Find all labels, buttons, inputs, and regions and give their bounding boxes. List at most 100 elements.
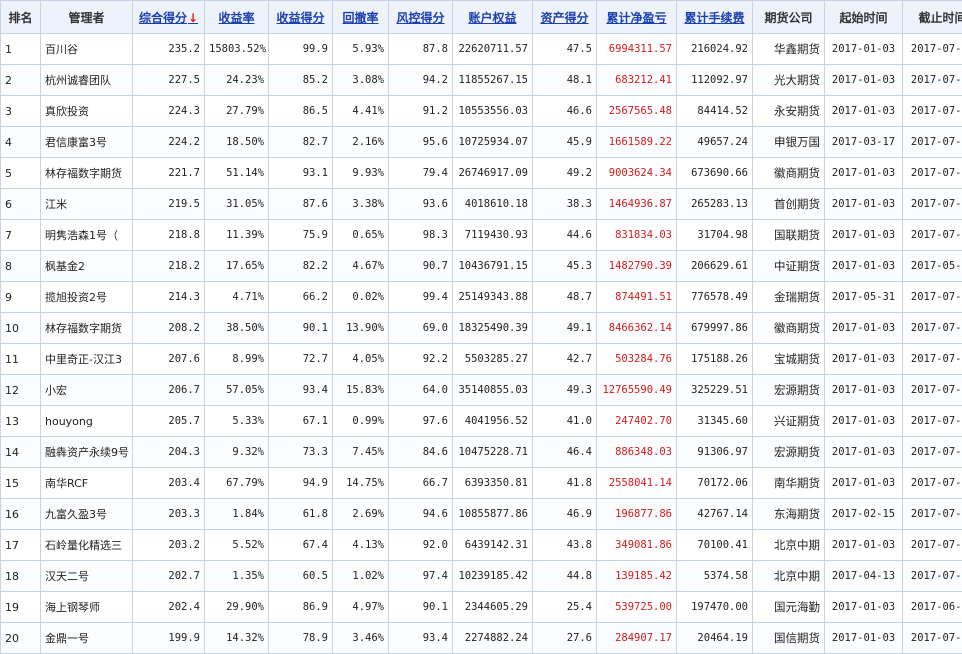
cell-cum-fee: 70172.06 <box>677 468 753 499</box>
cell-cum-pnl: 2567565.48 <box>597 96 677 127</box>
table-row[interactable]: 5林存福数字期货221.751.14%93.19.93%79.426746917… <box>1 158 962 189</box>
table-row[interactable]: 2杭州诚睿团队227.524.23%85.23.08%94.211855267.… <box>1 65 962 96</box>
cell-cum-fee: 84414.52 <box>677 96 753 127</box>
table-row[interactable]: 17石岭量化精选三203.25.52%67.44.13%92.06439142.… <box>1 530 962 561</box>
cell-risk-score: 92.0 <box>389 530 453 561</box>
cell-cum-fee: 5374.58 <box>677 561 753 592</box>
cell-asset-score: 45.3 <box>533 251 597 282</box>
cell-end-date: 2017-07-20 <box>903 530 962 561</box>
cell-drawdown: 3.38% <box>333 189 389 220</box>
cell-cum-fee: 673690.66 <box>677 158 753 189</box>
cell-risk-score: 84.6 <box>389 437 453 468</box>
cell-end-date: 2017-07-20 <box>903 499 962 530</box>
cell-risk-score: 64.0 <box>389 375 453 406</box>
cell-cum-fee: 42767.14 <box>677 499 753 530</box>
table-row[interactable]: 20金鼎一号199.914.32%78.93.46%93.42274882.24… <box>1 623 962 654</box>
cell-risk-score: 66.7 <box>389 468 453 499</box>
cell-manager[interactable]: 百川谷 <box>41 34 133 65</box>
header-return-rate[interactable]: 收益率 <box>205 1 269 34</box>
cell-composite-score: 208.2 <box>133 313 205 344</box>
cell-manager[interactable]: 林存福数字期货 <box>41 158 133 189</box>
cell-cum-pnl: 503284.76 <box>597 344 677 375</box>
cell-cum-fee: 325229.51 <box>677 375 753 406</box>
cell-drawdown: 1.02% <box>333 561 389 592</box>
header-asset-score[interactable]: 资产得分 <box>533 1 597 34</box>
header-company: 期货公司 <box>753 1 825 34</box>
cell-risk-score: 93.6 <box>389 189 453 220</box>
cell-manager[interactable]: 融犇资产永续9号 <box>41 437 133 468</box>
cell-asset-score: 49.2 <box>533 158 597 189</box>
table-row[interactable]: 19海上钢琴师202.429.90%86.94.97%90.12344605.2… <box>1 592 962 623</box>
cell-asset-score: 42.7 <box>533 344 597 375</box>
cell-manager[interactable]: 枫基金2 <box>41 251 133 282</box>
table-row[interactable]: 18汉天二号202.71.35%60.51.02%97.410239185.42… <box>1 561 962 592</box>
cell-manager[interactable]: 金鼎一号 <box>41 623 133 654</box>
cell-manager[interactable]: 真欣投资 <box>41 96 133 127</box>
cell-start-date: 2017-01-03 <box>825 406 903 437</box>
header-cum-pnl[interactable]: 累计净盈亏 <box>597 1 677 34</box>
table-row[interactable]: 10林存福数字期货208.238.50%90.113.90%69.0183254… <box>1 313 962 344</box>
cell-rank: 1 <box>1 34 41 65</box>
cell-rank: 14 <box>1 437 41 468</box>
cell-asset-score: 48.7 <box>533 282 597 313</box>
cell-manager[interactable]: 九富久盈3号 <box>41 499 133 530</box>
header-cum-fee[interactable]: 累计手续费 <box>677 1 753 34</box>
cell-risk-score: 98.3 <box>389 220 453 251</box>
cell-manager[interactable]: 南华RCF <box>41 468 133 499</box>
table-row[interactable]: 7明隽浩森1号（218.811.39%75.90.65%98.37119430.… <box>1 220 962 251</box>
cell-return-score: 67.4 <box>269 530 333 561</box>
cell-manager[interactable]: 林存福数字期货 <box>41 313 133 344</box>
header-equity[interactable]: 账户权益 <box>453 1 533 34</box>
cell-manager[interactable]: 杭州诚睿团队 <box>41 65 133 96</box>
cell-end-date: 2017-07-20 <box>903 34 962 65</box>
header-drawdown[interactable]: 回撤率 <box>333 1 389 34</box>
cell-composite-score: 224.3 <box>133 96 205 127</box>
cell-return-score: 93.1 <box>269 158 333 189</box>
cell-company: 徽商期货 <box>753 313 825 344</box>
cell-equity: 6393350.81 <box>453 468 533 499</box>
cell-end-date: 2017-07-20 <box>903 375 962 406</box>
header-risk-score[interactable]: 风控得分 <box>389 1 453 34</box>
cell-manager[interactable]: 君信康富3号 <box>41 127 133 158</box>
cell-manager[interactable]: 江米 <box>41 189 133 220</box>
cell-equity: 11855267.15 <box>453 65 533 96</box>
table-row[interactable]: 6江米219.531.05%87.63.38%93.64018610.1838.… <box>1 189 962 220</box>
cell-asset-score: 49.3 <box>533 375 597 406</box>
table-row[interactable]: 13houyong205.75.33%67.10.99%97.64041956.… <box>1 406 962 437</box>
cell-return-score: 66.2 <box>269 282 333 313</box>
cell-end-date: 2017-07-20 <box>903 561 962 592</box>
cell-manager[interactable]: 海上钢琴师 <box>41 592 133 623</box>
header-composite-score[interactable]: 综合得分↓ <box>133 1 205 34</box>
cell-rank: 10 <box>1 313 41 344</box>
table-row[interactable]: 16九富久盈3号203.31.84%61.82.69%94.610855877.… <box>1 499 962 530</box>
cell-end-date: 2017-07-20 <box>903 437 962 468</box>
table-row[interactable]: 1百川谷235.215803.52%99.95.93%87.822620711.… <box>1 34 962 65</box>
cell-start-date: 2017-03-17 <box>825 127 903 158</box>
cell-manager[interactable]: houyong <box>41 406 133 437</box>
cell-manager[interactable]: 小宏 <box>41 375 133 406</box>
cell-equity: 7119430.93 <box>453 220 533 251</box>
cell-start-date: 2017-04-13 <box>825 561 903 592</box>
table-row[interactable]: 15南华RCF203.467.79%94.914.75%66.76393350.… <box>1 468 962 499</box>
table-row[interactable]: 12小宏206.757.05%93.415.83%64.035140855.03… <box>1 375 962 406</box>
cell-manager[interactable]: 揽旭投资2号 <box>41 282 133 313</box>
table-row[interactable]: 9揽旭投资2号214.34.71%66.20.02%99.425149343.8… <box>1 282 962 313</box>
table-row[interactable]: 4君信康富3号224.218.50%82.72.16%95.610725934.… <box>1 127 962 158</box>
cell-end-date: 2017-07-20 <box>903 282 962 313</box>
table-row[interactable]: 11中里奇正-汉江3207.68.99%72.74.05%92.25503285… <box>1 344 962 375</box>
cell-manager[interactable]: 中里奇正-汉江3 <box>41 344 133 375</box>
cell-manager[interactable]: 汉天二号 <box>41 561 133 592</box>
cell-manager[interactable]: 石岭量化精选三 <box>41 530 133 561</box>
cell-rank: 15 <box>1 468 41 499</box>
cell-asset-score: 49.1 <box>533 313 597 344</box>
table-row[interactable]: 14融犇资产永续9号204.39.32%73.37.45%84.61047522… <box>1 437 962 468</box>
table-row[interactable]: 8枫基金2218.217.65%82.24.67%90.710436791.15… <box>1 251 962 282</box>
cell-drawdown: 4.67% <box>333 251 389 282</box>
sort-desc-arrow-icon: ↓ <box>188 11 198 25</box>
header-return-score[interactable]: 收益得分 <box>269 1 333 34</box>
table-row[interactable]: 3真欣投资224.327.79%86.54.41%91.210553556.03… <box>1 96 962 127</box>
cell-manager[interactable]: 明隽浩森1号（ <box>41 220 133 251</box>
cell-return-rate: 57.05% <box>205 375 269 406</box>
cell-cum-fee: 206629.61 <box>677 251 753 282</box>
cell-company: 华鑫期货 <box>753 34 825 65</box>
